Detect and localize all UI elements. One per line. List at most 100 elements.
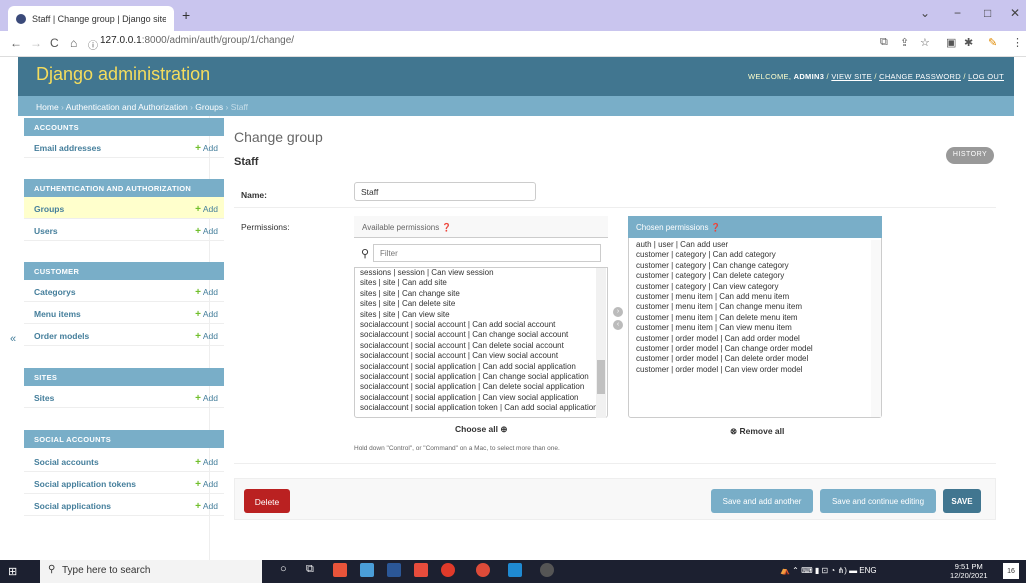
add-link[interactable]: + Add (195, 309, 218, 320)
list-item[interactable]: customer | order model | Can change orde… (636, 344, 872, 354)
system-tray[interactable]: ⛺ ⌃ ⌨ ▮ ⊡ ◔ ⋔) ▬ ENG (780, 566, 877, 575)
forward-icon[interactable]: → (30, 36, 42, 50)
list-item[interactable]: customer | menu item | Can add menu item (636, 292, 872, 302)
add-link[interactable]: + Add (195, 226, 218, 237)
list-item[interactable]: customer | order model | Can delete orde… (636, 354, 872, 364)
sidebar-item-label[interactable]: Social application tokens (34, 479, 136, 489)
history-button[interactable]: HISTORY (946, 147, 994, 164)
add-selected-icon[interactable]: › (613, 307, 623, 317)
sidebar-item-label[interactable]: Social applications (34, 501, 111, 511)
vscode-icon[interactable] (508, 563, 522, 577)
choose-all-link[interactable]: Choose all ⊕ (455, 424, 507, 435)
list-item[interactable]: socialaccount | social application | Can… (360, 362, 596, 372)
list-item[interactable]: customer | order model | Can add order m… (636, 334, 872, 344)
save-and-continue-button[interactable]: Save and continue editing (820, 489, 936, 513)
list-item[interactable]: customer | category | Can delete categor… (636, 271, 872, 281)
sidebar-item-label[interactable]: Sites (34, 393, 54, 403)
permission-filter-input[interactable] (373, 244, 601, 262)
taskbar-clock[interactable]: 9:51 PM 12/20/2021 (950, 562, 988, 580)
log-out-link[interactable]: LOG OUT (968, 72, 1004, 81)
taskbar-search[interactable]: Type here to search (40, 560, 262, 583)
add-link[interactable]: + Add (195, 501, 218, 512)
module-caption-sites[interactable]: SITES (24, 368, 224, 386)
add-link[interactable]: + Add (195, 457, 218, 468)
list-item[interactable]: socialaccount | social application | Can… (360, 393, 596, 403)
list-item[interactable]: sites | site | Can add site (360, 278, 596, 288)
maximize-button[interactable]: □ (984, 6, 991, 20)
list-item[interactable]: socialaccount | social account | Can del… (360, 341, 596, 351)
minimize-button[interactable]: − (954, 6, 961, 20)
view-site-link[interactable]: VIEW SITE (831, 72, 872, 81)
available-scrollbar[interactable] (596, 268, 606, 418)
sidebar-item-social-accounts[interactable]: Social accounts + Add (24, 450, 224, 472)
chosen-permissions-list[interactable]: auth | user | Can add user customer | ca… (636, 240, 872, 416)
list-item[interactable]: socialaccount | social application | Can… (360, 382, 596, 392)
list-item[interactable]: socialaccount | social application | Can… (360, 372, 596, 382)
browser-tab[interactable]: Staff | Change group | Django site × (8, 6, 174, 31)
sidebar-item-label[interactable]: Users (34, 226, 58, 236)
list-item[interactable]: customer | order model | Can view order … (636, 365, 872, 375)
list-item[interactable]: socialaccount | social application token… (360, 403, 596, 413)
windows-start-icon[interactable]: ⊞ (8, 565, 17, 578)
breadcrumb-app[interactable]: Authentication and Authorization (66, 102, 188, 112)
list-item[interactable]: customer | menu item | Can view menu ite… (636, 323, 872, 333)
tab-search-icon[interactable]: ⌄ (920, 6, 930, 20)
home-icon[interactable]: ⌂ (70, 36, 77, 50)
list-item[interactable]: socialaccount | social account | Can cha… (360, 330, 596, 340)
add-link[interactable]: + Add (195, 143, 218, 154)
sidebar-item-label[interactable]: Categorys (34, 287, 76, 297)
task-view-icon[interactable]: ⧉ (306, 563, 314, 576)
new-tab-button[interactable]: + (182, 7, 190, 23)
cast-icon[interactable]: ▣ (946, 36, 956, 49)
list-item[interactable]: sites | site | Can view site (360, 310, 596, 320)
sidebar-item-sites[interactable]: Sites + Add (24, 386, 224, 408)
cortana-icon[interactable]: ○ (280, 563, 287, 575)
site-branding[interactable]: Django administration (36, 64, 210, 85)
url-field[interactable]: 127.0.0.1:8000/admin/auth/group/1/change… (100, 35, 294, 46)
extensions-icon[interactable]: ✱ (964, 36, 973, 49)
list-item[interactable]: customer | category | Can view category (636, 282, 872, 292)
sidebar-item-social-applications[interactable]: Social applications + Add (24, 494, 224, 516)
app-icon[interactable] (360, 563, 374, 577)
change-password-link[interactable]: CHANGE PASSWORD (879, 72, 961, 81)
add-link[interactable]: + Add (195, 331, 218, 342)
add-link[interactable]: + Add (195, 287, 218, 298)
sidebar-item-label[interactable]: Groups (34, 204, 64, 214)
breadcrumb-model[interactable]: Groups (195, 102, 223, 112)
delete-button[interactable]: Delete (244, 489, 290, 513)
sidebar-item-label[interactable]: Social accounts (34, 457, 99, 467)
breadcrumb-home[interactable]: Home (36, 102, 59, 112)
available-permissions-list[interactable]: sessions | session | Can view session si… (360, 268, 596, 416)
profile-icon[interactable]: ✎ (988, 36, 997, 49)
app-icon[interactable] (441, 563, 455, 577)
list-item[interactable]: sessions | session | Can view session (360, 268, 596, 278)
list-item[interactable]: socialaccount | social account | Can vie… (360, 351, 596, 361)
available-scrollbar-thumb[interactable] (597, 360, 605, 394)
list-item[interactable]: sites | site | Can change site (360, 289, 596, 299)
module-caption-customer[interactable]: CUSTOMER (24, 262, 224, 280)
module-caption-accounts[interactable]: ACCOUNTS (24, 118, 224, 136)
close-window-button[interactable]: ✕ (1010, 6, 1020, 20)
sidebar-item-categorys[interactable]: Categorys + Add (24, 280, 224, 302)
sidebar-item-users[interactable]: Users + Add (24, 219, 224, 241)
module-caption-auth[interactable]: AUTHENTICATION AND AUTHORIZATION (24, 179, 224, 197)
sidebar-item-email-addresses[interactable]: Email addresses + Add (24, 136, 224, 158)
sidebar-item-label[interactable]: Email addresses (34, 143, 101, 153)
save-button[interactable]: SAVE (943, 489, 981, 513)
name-field[interactable] (354, 182, 536, 201)
sidebar-item-label[interactable]: Order models (34, 331, 89, 341)
notification-icon[interactable]: 16 (1003, 563, 1019, 579)
list-item[interactable]: customer | category | Can add category (636, 250, 872, 260)
sidebar-item-social-application-tokens[interactable]: Social application tokens + Add (24, 472, 224, 494)
app-icon[interactable] (387, 563, 401, 577)
reload-icon[interactable]: C (50, 36, 59, 50)
app-icon[interactable] (333, 563, 347, 577)
toggle-sidebar-button[interactable]: « (10, 333, 16, 345)
list-item[interactable]: customer | menu item | Can change menu i… (636, 302, 872, 312)
add-link[interactable]: + Add (195, 393, 218, 404)
browser-menu-icon[interactable]: ⋮ (1012, 36, 1023, 49)
module-caption-social-accounts[interactable]: SOCIAL ACCOUNTS (24, 430, 224, 448)
sidebar-item-order-models[interactable]: Order models + Add (24, 324, 224, 346)
sidebar-item-label[interactable]: Menu items (34, 309, 81, 319)
remove-selected-icon[interactable]: ‹ (613, 320, 623, 330)
